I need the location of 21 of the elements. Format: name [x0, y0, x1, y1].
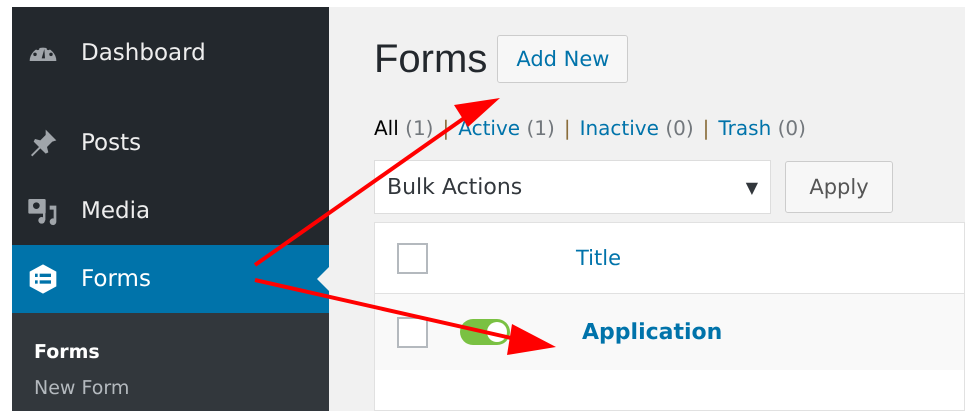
- sidebar-item[interactable]: Media: [12, 177, 329, 245]
- apply-button[interactable]: Apply: [785, 161, 893, 213]
- row-checkbox[interactable]: [397, 316, 428, 348]
- form-title-link[interactable]: Application: [582, 320, 722, 344]
- page-title: Forms: [374, 36, 488, 82]
- filter-link[interactable]: Inactive (0): [580, 116, 694, 140]
- bulk-actions-dropdown[interactable]: Bulk Actions ▼: [374, 160, 771, 214]
- column-header[interactable]: Title: [576, 246, 622, 270]
- filter-link[interactable]: Trash (0): [718, 116, 806, 140]
- separator: |: [702, 116, 710, 140]
- separator: |: [564, 116, 571, 140]
- sidebar-item[interactable]: Forms: [12, 245, 329, 313]
- submenu-link[interactable]: Forms: [34, 341, 329, 363]
- filter-link[interactable]: All (1): [374, 116, 434, 140]
- sidebar-item[interactable]: Dashboard: [12, 19, 329, 87]
- add-new-button[interactable]: Add New: [497, 35, 628, 83]
- filter-link[interactable]: Active (1): [458, 116, 555, 140]
- select-all-checkbox[interactable]: [397, 242, 428, 274]
- submenu-link[interactable]: New Form: [34, 377, 329, 399]
- sidebar-item[interactable]: Posts: [12, 109, 329, 177]
- list-hexagon-icon: [27, 263, 59, 295]
